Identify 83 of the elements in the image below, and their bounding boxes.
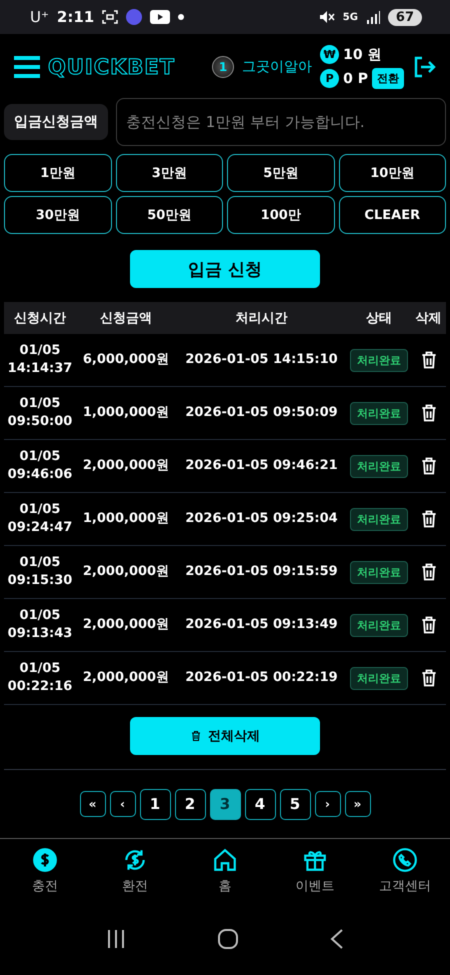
point-icon: P	[320, 69, 340, 88]
mute-icon	[318, 10, 335, 24]
amount-cell-text: 6,000,000원	[82, 351, 170, 369]
battery-level: 67	[388, 8, 422, 26]
amount-label: 입금신청금액	[4, 104, 108, 140]
username: 그곳이알아	[242, 58, 312, 76]
amount-button[interactable]: 30만원	[4, 196, 112, 234]
processed-time: 2026-01-05 09:13:49	[184, 616, 339, 634]
won-icon: ₩	[320, 45, 340, 64]
status-tag: 처리완료	[350, 614, 408, 636]
request-time: 01/05 00:22:16	[6, 660, 74, 696]
nav-item[interactable]: 환전	[95, 846, 175, 896]
delete-all-button[interactable]: 전체삭제	[130, 717, 320, 755]
amount-button[interactable]: 50만원	[116, 196, 223, 234]
prev-page-button[interactable]: ‹	[110, 791, 136, 817]
play-icon	[150, 10, 170, 24]
logo[interactable]: QUICKBET	[48, 55, 176, 79]
nav-item[interactable]: 홈	[185, 846, 265, 896]
page-button[interactable]: 3	[210, 788, 240, 820]
dot-icon	[178, 14, 184, 20]
money-balance: 10 원	[343, 46, 382, 64]
first-page-button[interactable]: «	[80, 791, 106, 817]
column-header: 상태	[365, 310, 393, 327]
screenshot-icon	[102, 10, 118, 24]
amount-button[interactable]: 10만원	[338, 154, 446, 192]
nav-item[interactable]: 이벤트	[275, 846, 355, 896]
status-tag: 처리완료	[350, 402, 408, 424]
processed-time: 2026-01-05 09:25:04	[184, 510, 339, 528]
amount-cell-text: 1,000,000원	[82, 510, 170, 528]
processed-time: 2026-01-05 09:46:21	[184, 457, 339, 475]
amount-button[interactable]: 5만원	[227, 154, 334, 192]
convert-button[interactable]: 전환	[372, 68, 404, 89]
amount-button[interactable]: 3만원	[116, 154, 223, 192]
page-button[interactable]: 2	[174, 788, 206, 820]
amount-button[interactable]: 100만	[227, 196, 334, 234]
nav-item[interactable]: 고객센터	[365, 846, 445, 896]
amount-button[interactable]: CLEAER	[338, 196, 446, 234]
request-time: 01/05 09:15:30	[6, 554, 74, 590]
column-header: 신청시간	[13, 310, 67, 327]
status-tag: 처리완료	[350, 560, 408, 584]
amount-cell-text: 1,000,000원	[82, 404, 170, 422]
request-time: 01/05 09:46:06	[6, 448, 74, 484]
trash-icon	[190, 730, 202, 742]
amount-cell-text: 2,000,000원	[82, 669, 170, 687]
processed-time: 2026-01-05 14:15:10	[184, 351, 339, 369]
processed-time: 2026-01-05 09:15:59	[184, 563, 339, 581]
amount-cell-text: 2,000,000원	[82, 457, 170, 475]
app-icon	[126, 9, 142, 25]
column-header: 신청금액	[99, 310, 153, 327]
nav-item[interactable]: 충전	[5, 846, 85, 896]
request-time: 01/05 09:13:43	[6, 607, 74, 643]
status-tag: 처리완료	[350, 508, 408, 530]
point-balance: 0 P	[343, 70, 368, 86]
status-tag: 처리완료	[350, 348, 408, 372]
status-tag: 처리완료	[350, 666, 408, 690]
column-header: 삭제	[414, 310, 442, 327]
menu-icon[interactable]	[14, 54, 40, 80]
processed-time: 2026-01-05 00:22:19	[184, 669, 339, 687]
request-time: 01/05 09:50:00	[6, 395, 74, 431]
page-button[interactable]: 4	[244, 788, 276, 820]
deposit-button[interactable]: 입금 신청	[130, 250, 320, 288]
clock: 2:11	[56, 8, 94, 26]
logout-icon[interactable]	[412, 55, 436, 79]
next-page-button[interactable]: ›	[314, 791, 340, 817]
amount-cell-text: 2,000,000원	[82, 563, 170, 581]
page-button[interactable]: 1	[140, 788, 170, 820]
amount-input[interactable]: 충전신청은 1만원 부터 가능합니다.	[116, 98, 446, 146]
network-type: 5G	[342, 12, 358, 22]
last-page-button[interactable]: »	[344, 791, 370, 817]
home-button-icon[interactable]	[216, 928, 239, 950]
carrier: U⁺	[30, 8, 49, 26]
amount-cell-text: 2,000,000원	[82, 616, 170, 634]
signal-icon	[366, 10, 380, 24]
column-header: 처리시간	[234, 310, 288, 327]
page-button[interactable]: 5	[280, 788, 310, 820]
recents-icon[interactable]	[106, 928, 126, 950]
amount-button[interactable]: 1만원	[4, 154, 112, 192]
request-time: 01/05 09:24:47	[6, 501, 74, 537]
request-time: 01/05 14:14:37	[6, 342, 74, 378]
status-tag: 처리완료	[350, 454, 408, 478]
level-badge: 1	[212, 56, 234, 78]
processed-time: 2026-01-05 09:50:09	[184, 404, 339, 422]
back-icon[interactable]	[330, 928, 344, 950]
